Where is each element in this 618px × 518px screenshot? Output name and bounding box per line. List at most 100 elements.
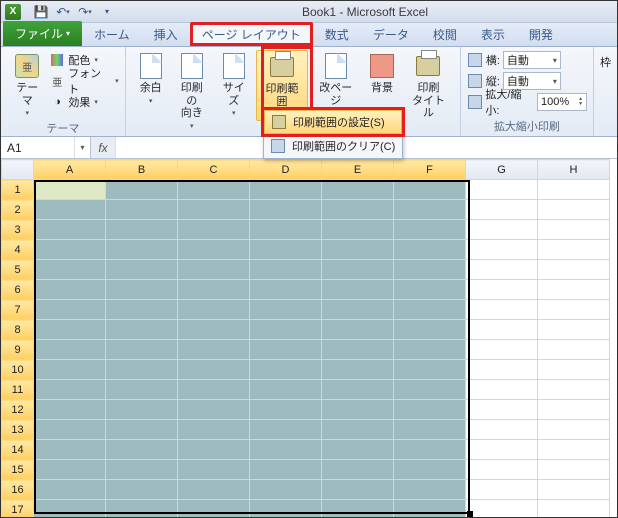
cell-B3[interactable] bbox=[106, 220, 178, 240]
themes-button[interactable]: 亜 テーマ ▾ bbox=[7, 50, 47, 119]
cell-F2[interactable] bbox=[394, 200, 466, 220]
row-header-10[interactable]: 10 bbox=[2, 360, 34, 380]
cell-B4[interactable] bbox=[106, 240, 178, 260]
row-header-16[interactable]: 16 bbox=[2, 480, 34, 500]
cell-G5[interactable] bbox=[466, 260, 538, 280]
cell-F13[interactable] bbox=[394, 420, 466, 440]
row-header-11[interactable]: 11 bbox=[2, 380, 34, 400]
cell-C2[interactable] bbox=[178, 200, 250, 220]
cell-B10[interactable] bbox=[106, 360, 178, 380]
cell-A6[interactable] bbox=[34, 280, 106, 300]
cell-E13[interactable] bbox=[322, 420, 394, 440]
col-header-A[interactable]: A bbox=[34, 160, 106, 180]
cell-G9[interactable] bbox=[466, 340, 538, 360]
cell-H8[interactable] bbox=[538, 320, 610, 340]
cell-C9[interactable] bbox=[178, 340, 250, 360]
cell-E6[interactable] bbox=[322, 280, 394, 300]
qat-customize-icon[interactable]: ▾ bbox=[97, 3, 117, 21]
cell-H6[interactable] bbox=[538, 280, 610, 300]
cell-D8[interactable] bbox=[250, 320, 322, 340]
cell-B5[interactable] bbox=[106, 260, 178, 280]
scale-spinner[interactable]: 100%▲▼ bbox=[537, 93, 587, 111]
cell-E4[interactable] bbox=[322, 240, 394, 260]
cell-D15[interactable] bbox=[250, 460, 322, 480]
col-header-G[interactable]: G bbox=[466, 160, 538, 180]
cell-E3[interactable] bbox=[322, 220, 394, 240]
tab-data[interactable]: データ bbox=[361, 22, 421, 46]
cell-A10[interactable] bbox=[34, 360, 106, 380]
cell-D6[interactable] bbox=[250, 280, 322, 300]
row-header-3[interactable]: 3 bbox=[2, 220, 34, 240]
cell-E1[interactable] bbox=[322, 180, 394, 200]
cell-C12[interactable] bbox=[178, 400, 250, 420]
cell-H13[interactable] bbox=[538, 420, 610, 440]
cell-A4[interactable] bbox=[34, 240, 106, 260]
col-header-C[interactable]: C bbox=[178, 160, 250, 180]
tab-insert[interactable]: 挿入 bbox=[142, 22, 190, 46]
cell-B11[interactable] bbox=[106, 380, 178, 400]
cell-A8[interactable] bbox=[34, 320, 106, 340]
cell-G7[interactable] bbox=[466, 300, 538, 320]
worksheet-grid[interactable]: ABCDEFGH123456789101112131415161718 bbox=[1, 159, 617, 517]
cell-H4[interactable] bbox=[538, 240, 610, 260]
cell-E2[interactable] bbox=[322, 200, 394, 220]
cell-F11[interactable] bbox=[394, 380, 466, 400]
cell-H15[interactable] bbox=[538, 460, 610, 480]
cell-A12[interactable] bbox=[34, 400, 106, 420]
col-header-E[interactable]: E bbox=[322, 160, 394, 180]
cell-D1[interactable] bbox=[250, 180, 322, 200]
tab-home[interactable]: ホーム bbox=[82, 22, 142, 46]
effects-button[interactable]: ◑効果▾ bbox=[49, 92, 118, 112]
cell-H17[interactable] bbox=[538, 500, 610, 518]
cell-D11[interactable] bbox=[250, 380, 322, 400]
cell-H12[interactable] bbox=[538, 400, 610, 420]
row-header-12[interactable]: 12 bbox=[2, 400, 34, 420]
cell-E11[interactable] bbox=[322, 380, 394, 400]
row-header-17[interactable]: 17 bbox=[2, 500, 34, 518]
cell-F9[interactable] bbox=[394, 340, 466, 360]
cell-E9[interactable] bbox=[322, 340, 394, 360]
row-header-14[interactable]: 14 bbox=[2, 440, 34, 460]
cell-F4[interactable] bbox=[394, 240, 466, 260]
cell-F12[interactable] bbox=[394, 400, 466, 420]
cell-D7[interactable] bbox=[250, 300, 322, 320]
cell-G6[interactable] bbox=[466, 280, 538, 300]
cell-H3[interactable] bbox=[538, 220, 610, 240]
cell-H9[interactable] bbox=[538, 340, 610, 360]
cell-H5[interactable] bbox=[538, 260, 610, 280]
cell-F17[interactable] bbox=[394, 500, 466, 518]
size-button[interactable]: サイズ▾ bbox=[214, 50, 254, 119]
save-icon[interactable]: 💾 bbox=[31, 3, 51, 21]
cell-G14[interactable] bbox=[466, 440, 538, 460]
cell-A11[interactable] bbox=[34, 380, 106, 400]
redo-icon[interactable]: ↷▾ bbox=[75, 3, 95, 21]
print-titles-button[interactable]: 印刷 タイトル bbox=[403, 50, 454, 122]
cell-D5[interactable] bbox=[250, 260, 322, 280]
col-header-D[interactable]: D bbox=[250, 160, 322, 180]
cell-D9[interactable] bbox=[250, 340, 322, 360]
cell-B14[interactable] bbox=[106, 440, 178, 460]
cell-C14[interactable] bbox=[178, 440, 250, 460]
cell-B1[interactable] bbox=[106, 180, 178, 200]
cell-C7[interactable] bbox=[178, 300, 250, 320]
tab-page-layout[interactable]: ページ レイアウト bbox=[190, 22, 313, 46]
row-header-15[interactable]: 15 bbox=[2, 460, 34, 480]
cell-F3[interactable] bbox=[394, 220, 466, 240]
col-header-H[interactable]: H bbox=[538, 160, 610, 180]
menu-set-print-area[interactable]: 印刷範囲の設定(S) bbox=[264, 110, 402, 134]
cell-E15[interactable] bbox=[322, 460, 394, 480]
cell-C11[interactable] bbox=[178, 380, 250, 400]
cell-H14[interactable] bbox=[538, 440, 610, 460]
cell-A17[interactable] bbox=[34, 500, 106, 518]
cell-F7[interactable] bbox=[394, 300, 466, 320]
cell-C6[interactable] bbox=[178, 280, 250, 300]
cell-A16[interactable] bbox=[34, 480, 106, 500]
cell-E16[interactable] bbox=[322, 480, 394, 500]
cell-G11[interactable] bbox=[466, 380, 538, 400]
cell-F6[interactable] bbox=[394, 280, 466, 300]
row-header-7[interactable]: 7 bbox=[2, 300, 34, 320]
fx-button[interactable]: fx bbox=[91, 141, 115, 155]
row-header-9[interactable]: 9 bbox=[2, 340, 34, 360]
cell-C8[interactable] bbox=[178, 320, 250, 340]
name-box-dropdown-icon[interactable]: ▾ bbox=[74, 137, 90, 158]
